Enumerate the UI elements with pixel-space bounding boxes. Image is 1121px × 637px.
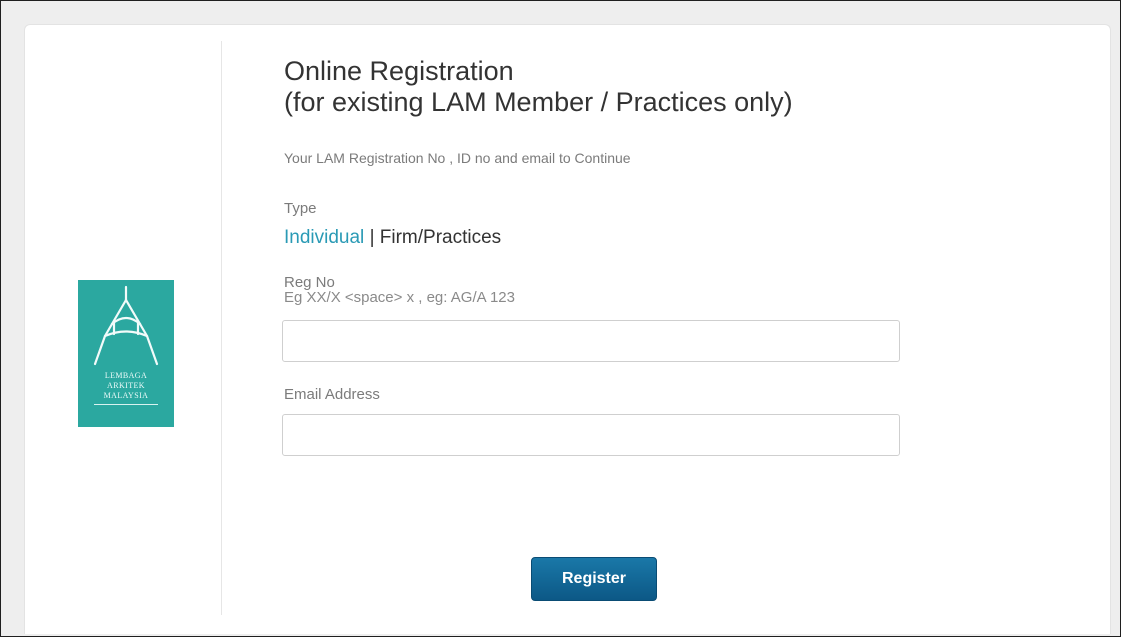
- page-title: Online Registration (for existing LAM Me…: [284, 56, 793, 118]
- reg-no-input[interactable]: [282, 320, 900, 362]
- type-selector: Individual | Firm/Practices: [284, 227, 501, 249]
- logo-line-2: ARKITEK: [107, 381, 145, 390]
- email-input[interactable]: [282, 414, 900, 456]
- page-title-line-1: Online Registration: [284, 56, 514, 86]
- register-button[interactable]: Register: [531, 557, 657, 601]
- logo-wordmark: LEMBAGA ARKITEK MALAYSIA: [78, 371, 174, 401]
- lam-logo: LEMBAGA ARKITEK MALAYSIA: [78, 280, 174, 427]
- logo-line-3: MALAYSIA: [103, 391, 149, 400]
- reg-no-hint: Eg XX/X <space> x , eg: AG/A 123: [284, 289, 515, 306]
- logo-underline: [94, 404, 158, 405]
- page-title-line-2: (for existing LAM Member / Practices onl…: [284, 87, 793, 117]
- email-label: Email Address: [284, 386, 380, 403]
- type-option-individual[interactable]: Individual: [284, 227, 364, 248]
- vertical-divider: [221, 41, 222, 615]
- logo-line-1: LEMBAGA: [104, 371, 148, 380]
- instructions-text: Your LAM Registration No , ID no and ema…: [284, 150, 631, 166]
- type-separator: |: [369, 227, 375, 248]
- type-option-firm-practices[interactable]: Firm/Practices: [380, 227, 501, 248]
- type-label: Type: [284, 200, 317, 217]
